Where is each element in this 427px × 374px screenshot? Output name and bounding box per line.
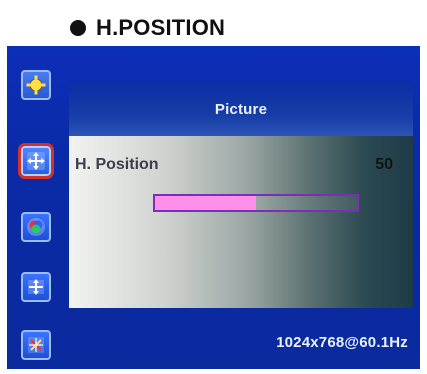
- brightness-glyph: [26, 75, 46, 95]
- h-position-icon[interactable]: [18, 143, 54, 179]
- advanced-icon[interactable]: [21, 330, 51, 360]
- osd-sidebar: [18, 66, 54, 360]
- setting-value: 50: [375, 156, 393, 173]
- panel-title: Picture: [214, 100, 268, 118]
- osd-screen: Picture H. Position 50 1024x768@60.1Hz: [7, 46, 420, 369]
- page-heading-text: H.POSITION: [96, 15, 226, 40]
- brightness-icon[interactable]: [21, 70, 51, 100]
- color-icon[interactable]: [21, 212, 51, 242]
- panel-header: Picture: [69, 82, 413, 136]
- h-position-slider-fill: [155, 196, 256, 210]
- v-position-glyph: [28, 279, 44, 295]
- resolution-readout: 1024x768@60.1Hz: [276, 334, 408, 351]
- setting-label: H. Position: [75, 156, 159, 173]
- advanced-glyph: [28, 337, 44, 353]
- page-heading: H.POSITION: [70, 11, 225, 45]
- color-glyph: [27, 218, 45, 236]
- h-position-slider[interactable]: [153, 194, 359, 212]
- bullet-dot: [70, 20, 86, 36]
- osd-panel: Picture H. Position 50: [69, 82, 413, 308]
- v-position-icon[interactable]: [21, 272, 51, 302]
- h-position-glyph: [27, 152, 45, 170]
- panel-body: H. Position 50: [69, 136, 413, 308]
